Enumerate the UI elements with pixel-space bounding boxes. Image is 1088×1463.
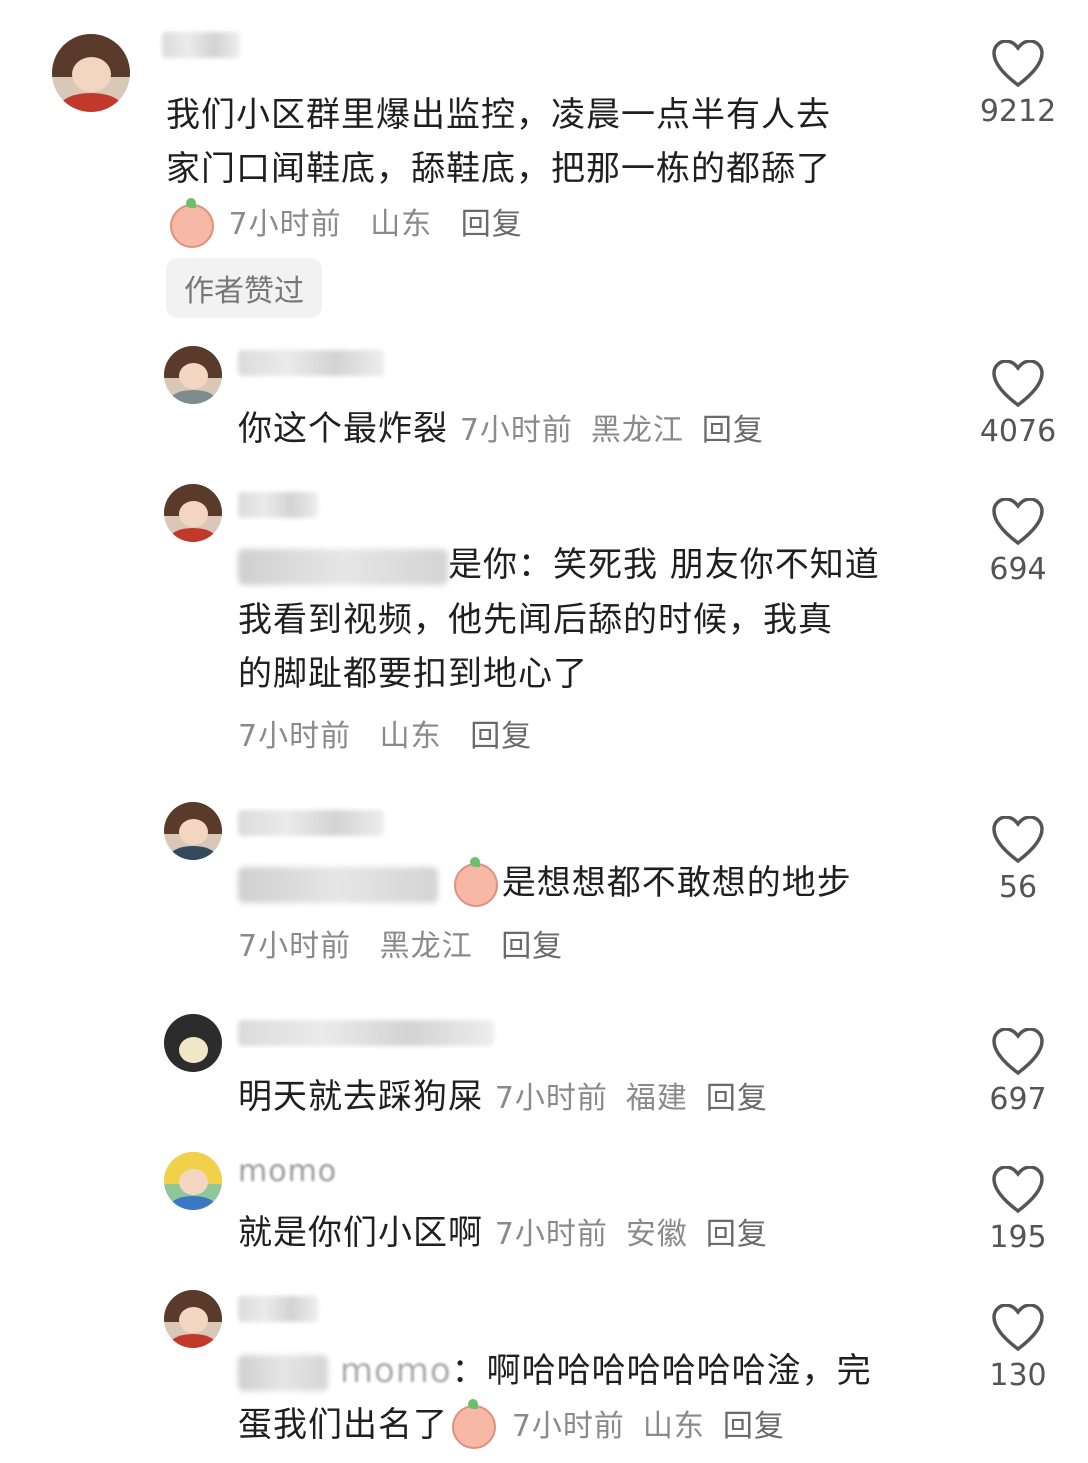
comment-location: 福建	[625, 1081, 688, 1116]
comment-location: 山东	[642, 1409, 705, 1444]
comment-location: 黑龙江	[590, 413, 684, 448]
heart-outline-icon	[992, 1028, 1044, 1075]
comment-time: 7小时前	[511, 1409, 625, 1444]
comment-text-line: 我看到视频，他先闻后舔的时候，我真	[238, 600, 833, 640]
reply-target-username[interactable]: momo	[340, 1351, 452, 1391]
reply-target-blurred	[238, 866, 438, 903]
comment-text: 就是你们小区啊	[238, 1213, 483, 1253]
avatar[interactable]	[164, 1152, 222, 1210]
username[interactable]: momo	[238, 1152, 337, 1192]
comment-line: 明天就去踩狗屎 7小时前 福建 回复	[238, 1070, 768, 1126]
reply-target-blurred	[238, 548, 448, 585]
heart-outline-icon	[992, 40, 1044, 87]
comment-location: 山东	[370, 207, 433, 242]
heart-outline-icon	[992, 360, 1044, 407]
reply-button[interactable]: 回复	[461, 207, 523, 242]
peach-crying-emoji-icon	[453, 856, 498, 907]
avatar[interactable]	[164, 484, 222, 542]
heart-outline-icon	[992, 1304, 1044, 1351]
avatar[interactable]	[164, 1290, 222, 1348]
comment-text-line: 的脚趾都要扣到地心了	[238, 654, 588, 694]
like-button[interactable]: 56	[970, 816, 1066, 905]
like-count: 694	[989, 552, 1047, 587]
comment-line: 你这个最炸裂 7小时前 黑龙江 回复	[238, 402, 764, 458]
reply-button[interactable]: 回复	[706, 1217, 768, 1252]
avatar[interactable]	[164, 346, 222, 404]
like-button[interactable]: 694	[970, 498, 1066, 587]
comment-text-line: 蛋我们出名了 7小时前 山东 回复	[238, 1398, 785, 1454]
peach-crying-emoji-icon	[452, 1398, 496, 1449]
comment-meta: 7小时前 黑龙江 回复	[238, 920, 563, 974]
comment-time: 7小时前	[228, 207, 342, 242]
comment-text-line: 是你：笑死我 朋友你不知道	[238, 538, 880, 592]
username-blurred[interactable]	[238, 492, 318, 518]
like-count: 9212	[979, 94, 1057, 129]
reply-button[interactable]: 回复	[723, 1409, 785, 1444]
reply-button[interactable]: 回复	[501, 929, 563, 964]
like-button[interactable]: 9212	[970, 40, 1066, 129]
comment-location: 黑龙江	[379, 929, 473, 964]
avatar[interactable]	[164, 802, 222, 860]
like-button[interactable]: 697	[970, 1028, 1066, 1117]
like-count: 130	[989, 1358, 1047, 1393]
reply-button[interactable]: 回复	[702, 413, 764, 448]
reply-button[interactable]: 回复	[706, 1081, 768, 1116]
comment-text-line: 是想想都不敢想的地步	[238, 856, 852, 910]
comment-time: 7小时前	[494, 1217, 608, 1252]
username-blurred[interactable]	[162, 32, 240, 58]
avatar[interactable]	[52, 34, 130, 112]
peach-face-emoji-icon	[170, 197, 214, 248]
like-button[interactable]: 130	[970, 1304, 1066, 1393]
comment-time: 7小时前	[459, 413, 573, 448]
like-button[interactable]: 195	[970, 1166, 1066, 1255]
comment-time: 7小时前	[494, 1081, 608, 1116]
comment-location: 山东	[379, 719, 442, 754]
like-count: 56	[998, 870, 1038, 905]
comment-text-line: 家门口闻鞋底，舔鞋底，把那一栋的都舔了	[166, 149, 831, 189]
heart-outline-icon	[992, 816, 1044, 863]
comment-text: 明天就去踩狗屎	[238, 1077, 483, 1117]
comment-text: 是想想都不敢想的地步	[501, 863, 852, 903]
comment-line: 就是你们小区啊 7小时前 安徽 回复	[238, 1206, 768, 1262]
author-liked-badge: 作者赞过	[166, 258, 322, 318]
username-blurred[interactable]	[238, 350, 384, 376]
like-count: 195	[989, 1220, 1047, 1255]
heart-outline-icon	[992, 1166, 1044, 1213]
like-count: 697	[989, 1082, 1047, 1117]
comment-time: 7小时前	[238, 719, 352, 754]
comment-location: 安徽	[625, 1217, 688, 1252]
username-blurred[interactable]	[238, 810, 384, 836]
like-count: 4076	[979, 414, 1057, 449]
comment-text-line: momo：啊哈哈哈哈哈哈哈淦，完	[238, 1344, 872, 1398]
reply-button[interactable]: 回复	[470, 719, 532, 754]
reply-label-blurred	[238, 1354, 328, 1391]
comment-text: 你这个最炸裂	[238, 409, 448, 449]
comment-time: 7小时前	[238, 929, 352, 964]
avatar[interactable]	[164, 1014, 222, 1072]
comment-meta: 7小时前 山东 回复	[166, 197, 523, 252]
comment-text-line: 我们小区群里爆出监控，凌晨一点半有人去	[166, 95, 831, 135]
comment-meta: 7小时前 山东 回复	[238, 710, 532, 764]
heart-outline-icon	[992, 498, 1044, 545]
username-blurred[interactable]	[238, 1296, 318, 1322]
username-blurred[interactable]	[238, 1020, 494, 1046]
like-button[interactable]: 4076	[970, 360, 1066, 449]
